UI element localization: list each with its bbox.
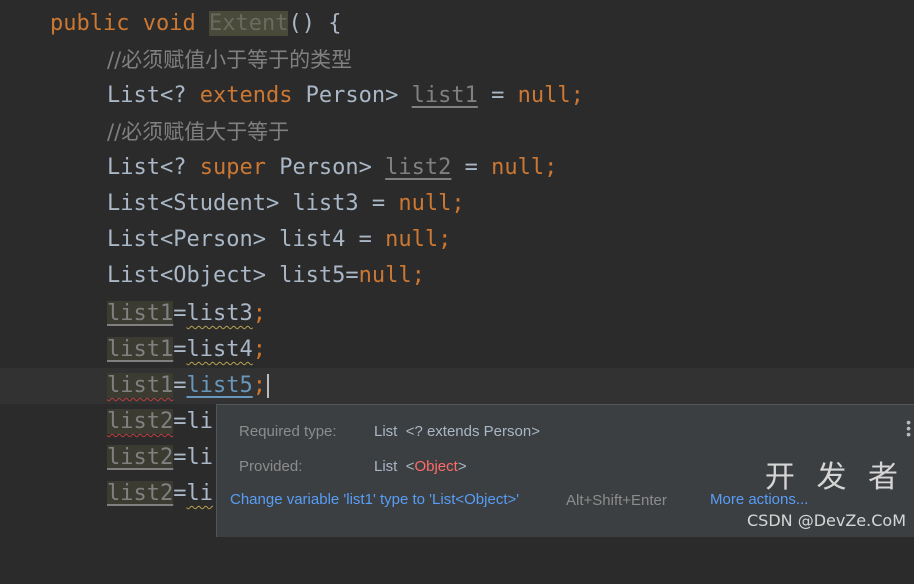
code-line-method-signature[interactable]: public void Extent() { (0, 6, 914, 42)
code-text: = (173, 445, 187, 470)
keyword-null: null (398, 191, 452, 216)
method-name[interactable]: Extent (208, 11, 289, 36)
keyword-super: super (199, 155, 266, 180)
assign-lhs[interactable]: list2 (107, 445, 174, 470)
code-line-comment-2[interactable]: //必须赋值大于等于 (0, 114, 914, 150)
code-text: li (186, 481, 213, 506)
code-text: = (173, 409, 187, 434)
code-line-list5-decl[interactable]: List<Object> list5=null; (0, 258, 914, 294)
provided-type-value: List <Object> (374, 458, 467, 475)
code-semicolon: ; (252, 337, 266, 362)
keyword-null: null (491, 155, 545, 180)
code-semicolon: ; (252, 373, 266, 398)
assign-lhs[interactable]: list2 (107, 481, 174, 506)
required-type-label: Required type: (239, 423, 337, 440)
watermark: 开 发 者 CSDN @DevZe.CoM (747, 460, 906, 530)
code-line-assign-3-current[interactable]: list1=list5; (0, 368, 914, 404)
code-line-list1-decl[interactable]: List<? extends Person> list1 = null; (0, 78, 914, 114)
text-caret (266, 374, 269, 398)
code-line-comment-1[interactable]: //必须赋值小于等于的类型 (0, 42, 914, 78)
code-line-assign-2[interactable]: list1=list4; (0, 332, 914, 368)
code-text: = (451, 155, 492, 180)
code-text: List<? (107, 83, 200, 108)
keyword-null: null (385, 227, 439, 252)
code-line-list4-decl[interactable]: List<Person> list4 = null; (0, 222, 914, 258)
assign-lhs[interactable]: list1 (107, 301, 174, 326)
assign-rhs-warning[interactable]: list3 (186, 301, 252, 326)
code-semicolon: ; (411, 263, 425, 288)
code-comment: //必须赋值小于等于的类型 (107, 48, 353, 72)
keyword-extends: extends (199, 83, 293, 108)
change-type-fix-link[interactable]: Change variable 'list1' type to 'List<Ob… (230, 491, 519, 508)
code-semicolon: ; (570, 83, 584, 108)
code-text: li (186, 409, 213, 434)
keyword-null: null (358, 263, 412, 288)
code-text: List<Person> list4 = (107, 227, 386, 252)
code-text: = (173, 481, 187, 506)
assign-rhs-warning[interactable]: list4 (186, 337, 252, 362)
code-text: List<Student> list3 = (107, 191, 399, 216)
code-semicolon: ; (544, 155, 558, 180)
more-options-icon[interactable]: • • • (906, 415, 911, 441)
type-text: List (374, 423, 398, 440)
provided-type-label: Provided: (239, 458, 303, 475)
type-text: <? extends Person> (405, 423, 540, 440)
assign-lhs-error[interactable]: list2 (107, 409, 174, 434)
var-list1[interactable]: list1 (412, 83, 478, 108)
code-comment: //必须赋值大于等于 (107, 120, 290, 144)
code-semicolon: ; (451, 191, 465, 216)
type-text: > (457, 458, 467, 475)
code-line-list2-decl[interactable]: List<? super Person> list2 = null; (0, 150, 914, 186)
code-text: = (173, 373, 187, 398)
required-type-value: List <? extends Person> (374, 423, 540, 440)
type-mismatch-text: Object (414, 458, 458, 475)
code-text: Person> (265, 155, 386, 180)
watermark-logo-text: 开 发 者 (764, 460, 904, 495)
code-text: li (186, 445, 213, 470)
code-semicolon: ; (438, 227, 452, 252)
code-text: = (173, 301, 187, 326)
code-semicolon: ; (252, 301, 266, 326)
code-text: Person> (292, 83, 412, 108)
watermark-credit: CSDN @DevZe.CoM (747, 511, 906, 530)
code-line-list3-decl[interactable]: List<Student> list3 = null; (0, 186, 914, 222)
code-text: List<Object> list5= (107, 263, 359, 288)
keyword-public: public (50, 11, 130, 36)
assign-rhs-link[interactable]: list5 (186, 373, 252, 398)
code-text: List<? (107, 155, 200, 180)
keyword-void: void (142, 11, 196, 36)
assign-lhs-error[interactable]: list1 (107, 373, 174, 398)
type-text: List (374, 458, 398, 475)
assign-lhs[interactable]: list1 (107, 337, 174, 362)
method-rest: () { (288, 11, 342, 36)
code-text: = (477, 83, 518, 108)
code-line-assign-1[interactable]: list1=list3; (0, 296, 914, 332)
var-list2[interactable]: list2 (385, 155, 451, 180)
fix-shortcut-hint: Alt+Shift+Enter (566, 492, 667, 509)
keyword-null: null (517, 83, 571, 108)
code-text: = (173, 337, 187, 362)
